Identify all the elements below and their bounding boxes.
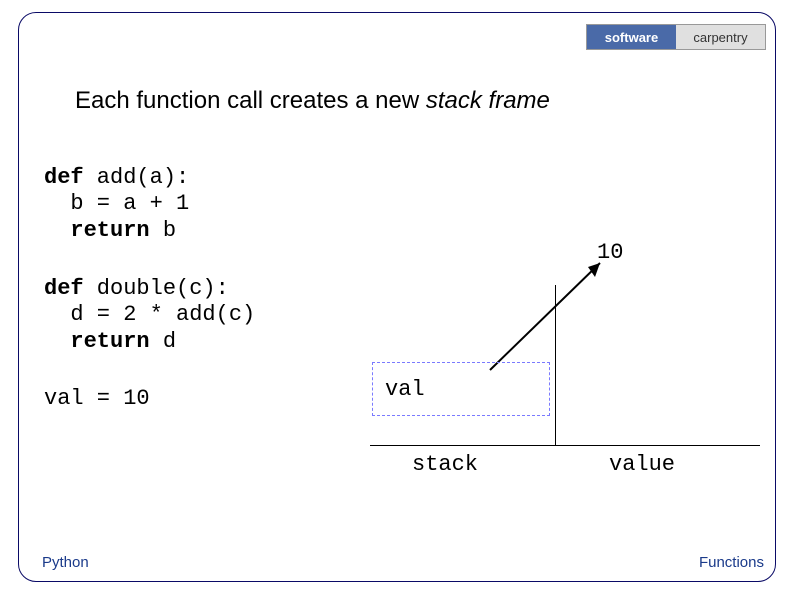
code-block-3: val = 10	[44, 386, 150, 412]
kw-return: return	[70, 329, 149, 354]
title-italic: stack frame	[426, 87, 550, 114]
code-text: add(a):	[84, 165, 190, 190]
footer-right: Functions	[699, 554, 764, 571]
slide-title: Each function call creates a new stack f…	[75, 87, 550, 115]
footer-left: Python	[42, 554, 89, 571]
diagram-horizontal-line	[370, 445, 760, 446]
code-text: d = 2 * add(c)	[44, 302, 255, 327]
stack-frame-box: val	[372, 362, 550, 416]
logo-left: software	[587, 25, 676, 49]
kw-def: def	[44, 276, 84, 301]
code-text: b	[150, 218, 176, 243]
title-prefix: Each function call creates a new	[75, 87, 426, 114]
code-text: double(c):	[84, 276, 229, 301]
value-column-label: value	[609, 452, 675, 477]
logo-right: carpentry	[676, 25, 765, 49]
arrow-icon	[480, 255, 620, 375]
logo: software carpentry	[586, 24, 766, 50]
kw-def: def	[44, 165, 84, 190]
code-text: val = 10	[44, 386, 150, 411]
kw-return: return	[70, 218, 149, 243]
code-block-1: def add(a): b = a + 1 return b	[44, 165, 189, 244]
code-block-2: def double(c): d = 2 * add(c) return d	[44, 276, 255, 355]
code-text	[44, 218, 70, 243]
stack-column-label: stack	[412, 452, 478, 477]
stack-diagram: 10 val stack value	[370, 240, 770, 470]
code-text	[44, 329, 70, 354]
stack-var-label: val	[385, 377, 425, 402]
code-text: d	[150, 329, 176, 354]
code-text: b = a + 1	[44, 191, 189, 216]
